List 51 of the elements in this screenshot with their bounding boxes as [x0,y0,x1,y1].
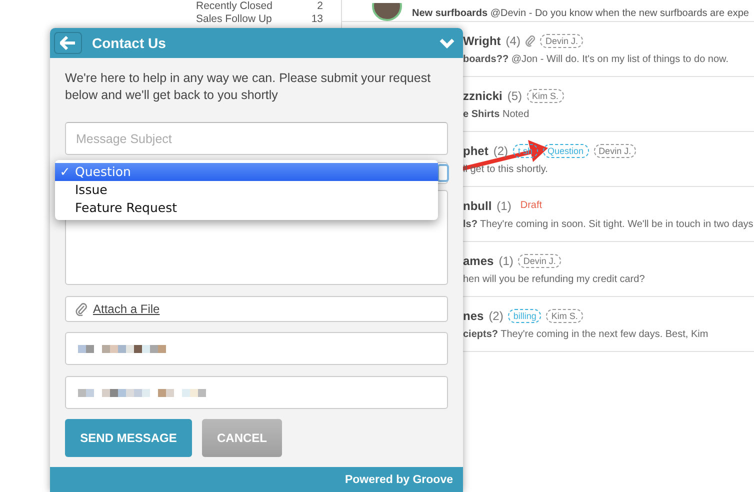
tag: billing [508,309,542,323]
tag: Devin J. [518,254,561,268]
customer-name: nes [463,308,484,325]
message-count: (4) [506,33,520,50]
email-field[interactable] [65,376,448,409]
subject-field[interactable]: Message Subject [65,122,448,155]
message-count: (2) [493,143,508,160]
intro-text: We're here to help in any way we can. Please submit your request below and we'll get back to you shortly [65,70,432,104]
conversation-preview: hen will you be refunding my credit card? [463,273,646,287]
message-count: (2) [488,308,504,325]
sidebar-item[interactable]: Sales Follow Up 13 [196,13,341,26]
powered-by-footer: Powered by Groove [50,467,463,492]
tag: Kim S. [546,309,583,323]
tag: Devin J. [594,144,636,158]
conversation-preview: e Shirts Noted [463,108,530,122]
conversation-preview: New surfboards @Devin - Do you know when the new surfboards are expe [412,7,749,21]
pixelated-value-icon [78,344,168,352]
message-count: (1) [496,198,512,215]
name-field[interactable] [65,332,448,365]
paperclip-icon [525,34,536,48]
sidebar-item[interactable]: Recently Closed 2 [196,0,341,13]
conversation-row[interactable]: nes (2) billing Kim S. ciepts? They're coming in the next few days. Best, Kim [463,297,754,351]
message-count: (1) [498,253,514,270]
customer-name: phet [463,143,488,160]
menu-item[interactable]: Feature Request [55,199,438,217]
customer-name: Wright [463,33,501,50]
conversation-preview: ciepts? They're coming in the next few days. Best, Kim [463,328,710,342]
attach-file-link[interactable]: Attach a File [93,300,160,318]
conversation-row[interactable]: Wright (4) Devin J. boards?? @Jon - Will do. It's on my list of things to do now. [463,22,754,76]
draft-label: Draft [519,200,544,212]
customer-name: zznicki [463,88,502,105]
conversation-preview: ls? They're coming in soon. Sit tight. We'll be in touch in two days [463,218,754,232]
widget-title: Contact Us [92,34,167,52]
customer-name: nbull [463,198,492,215]
conversation-preview: boards?? @Jon - Will do. It's on my list of things to do now. [463,53,730,67]
tag: Devin J. [540,34,583,48]
back-arrow-icon [60,36,76,50]
pixelated-value-icon [78,388,208,396]
collapse-chevron-icon[interactable] [439,38,455,48]
back-button[interactable] [54,32,82,54]
menu-item[interactable]: Issue [55,181,438,199]
tag: Question [542,144,589,158]
conversation-row[interactable]: ames (1) Devin J. hen will you be refunding my credit card? [463,242,754,296]
menu-item[interactable]: ✓ Question [55,163,438,181]
conversation-row[interactable]: zznicki (5) Kim S. e Shirts Noted [463,77,754,131]
tag: Kim S. [527,89,564,103]
message-count: (5) [507,88,522,105]
customer-name: ames [463,253,494,270]
paperclip-icon [75,302,87,316]
avatar-icon [372,3,402,21]
conversation-row[interactable]: nbull (1) Draft ls? They're coming in soon. Sit tight. We'll be in touch in two days [463,187,754,241]
